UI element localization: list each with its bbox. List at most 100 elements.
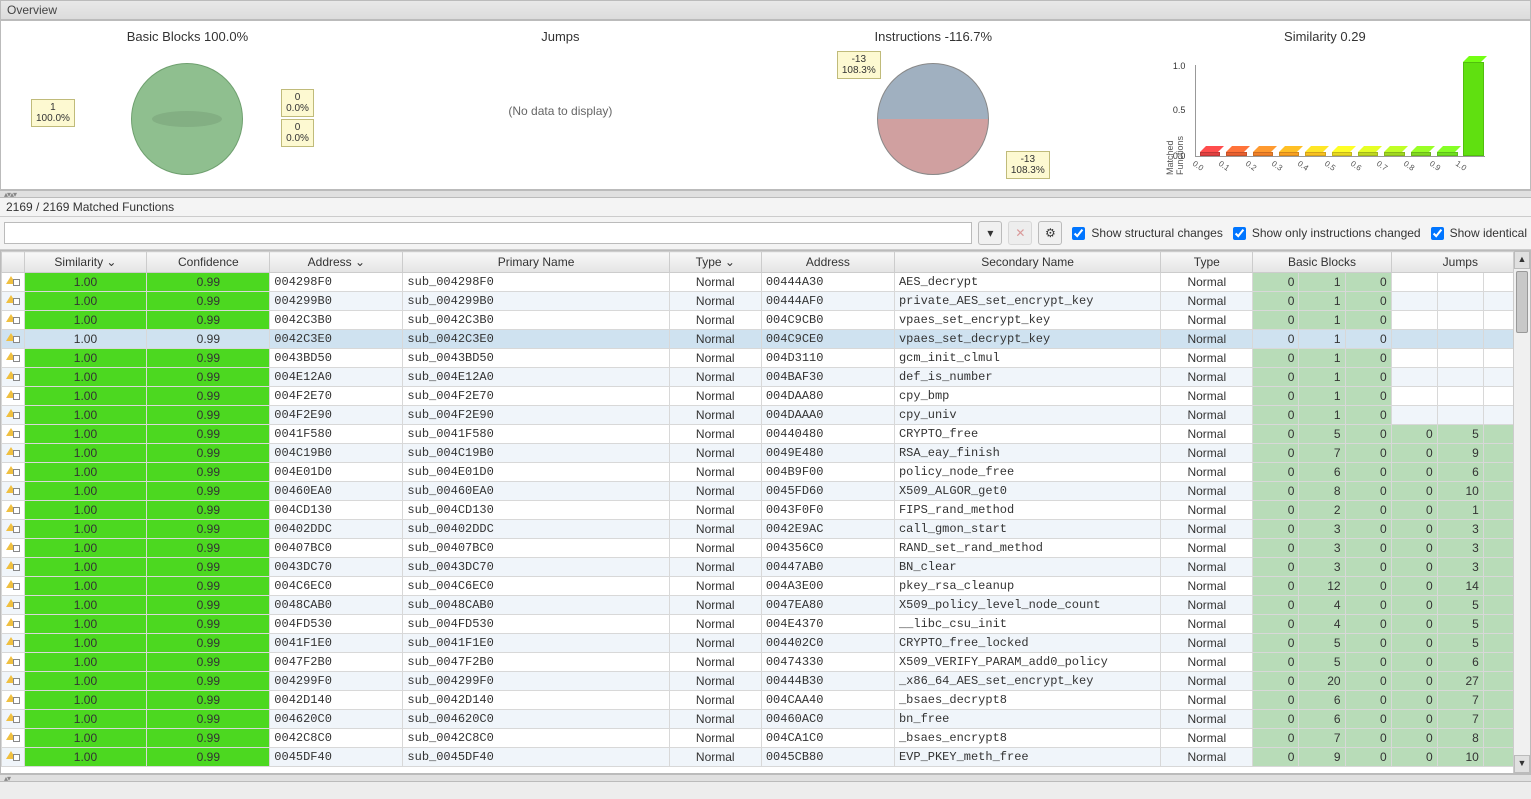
column-header[interactable]: Type ⌄ bbox=[669, 252, 761, 273]
basic-blocks-title: Basic Blocks 100.0% bbox=[1, 29, 374, 44]
similarity-xtick: 0.1 bbox=[1217, 159, 1231, 173]
similarity-bar bbox=[1279, 146, 1297, 156]
row-status-icon bbox=[4, 388, 20, 402]
table-row[interactable]: 1.000.99004299F0sub_004299F0Normal00444B… bbox=[2, 672, 1530, 691]
similarity-xtick: 0.8 bbox=[1402, 159, 1416, 173]
table-row[interactable]: 1.000.99004620C0sub_004620C0Normal00460A… bbox=[2, 710, 1530, 729]
row-status-icon bbox=[4, 331, 20, 345]
show-structural-checkbox[interactable]: Show structural changes bbox=[1068, 224, 1222, 243]
row-status-icon bbox=[4, 445, 20, 459]
row-status-icon bbox=[4, 616, 20, 630]
scroll-thumb[interactable] bbox=[1516, 271, 1528, 333]
callout-bb-3: 00.0% bbox=[281, 119, 314, 147]
table-header-row[interactable]: Similarity ⌄ConfidenceAddress ⌄Primary N… bbox=[2, 252, 1530, 273]
table-row[interactable]: 1.000.99004FD530sub_004FD530Normal004E43… bbox=[2, 615, 1530, 634]
table-row[interactable]: 1.000.99004CD130sub_004CD130Normal0043F0… bbox=[2, 501, 1530, 520]
column-header[interactable]: Type bbox=[1161, 252, 1253, 273]
scroll-down-arrow[interactable]: ▼ bbox=[1514, 755, 1530, 773]
callout-instr-1: -13108.3% bbox=[837, 51, 881, 79]
functions-table-wrap: Similarity ⌄ConfidenceAddress ⌄Primary N… bbox=[0, 250, 1531, 774]
table-row[interactable]: 1.000.990041F580sub_0041F580Normal004404… bbox=[2, 425, 1530, 444]
dropdown-button[interactable]: ▾ bbox=[978, 221, 1002, 245]
similarity-xtick: 0.4 bbox=[1296, 159, 1310, 173]
column-header[interactable]: Confidence bbox=[147, 252, 270, 273]
settings-button[interactable]: ⚙ bbox=[1038, 221, 1062, 245]
column-header[interactable]: Secondary Name bbox=[894, 252, 1160, 273]
similarity-title: Similarity 0.29 bbox=[1120, 29, 1530, 44]
table-row[interactable]: 1.000.99004C6EC0sub_004C6EC0Normal004A3E… bbox=[2, 577, 1530, 596]
table-row[interactable]: 1.000.990042C8C0sub_0042C8C0Normal004CA1… bbox=[2, 729, 1530, 748]
row-status-icon bbox=[4, 597, 20, 611]
table-row[interactable]: 1.000.990047F2B0sub_0047F2B0Normal004743… bbox=[2, 653, 1530, 672]
similarity-bar bbox=[1384, 146, 1402, 156]
row-status-icon bbox=[4, 369, 20, 383]
chart-similarity: Similarity 0.29 Matched Functions 0.00.1… bbox=[1120, 21, 1530, 189]
table-row[interactable]: 1.000.9900402DDCsub_00402DDCNormal0042E9… bbox=[2, 520, 1530, 539]
row-status-icon bbox=[4, 464, 20, 478]
column-header[interactable] bbox=[2, 252, 25, 273]
table-row[interactable]: 1.000.990042C3B0sub_0042C3B0Normal004C9C… bbox=[2, 311, 1530, 330]
table-row[interactable]: 1.000.990043DC70sub_0043DC70Normal00447A… bbox=[2, 558, 1530, 577]
table-row[interactable]: 1.000.99004299B0sub_004299B0Normal00444A… bbox=[2, 292, 1530, 311]
table-row[interactable]: 1.000.9900407BC0sub_00407BC0Normal004356… bbox=[2, 539, 1530, 558]
similarity-xtick: 0.5 bbox=[1322, 159, 1336, 173]
table-row[interactable]: 1.000.990043BD50sub_0043BD50Normal004D31… bbox=[2, 349, 1530, 368]
show-structural-label: Show structural changes bbox=[1091, 226, 1222, 240]
column-header[interactable]: Primary Name bbox=[403, 252, 669, 273]
row-status-icon bbox=[4, 407, 20, 421]
table-row[interactable]: 1.000.990048CAB0sub_0048CAB0Normal0047EA… bbox=[2, 596, 1530, 615]
table-row[interactable]: 1.000.990041F1E0sub_0041F1E0Normal004402… bbox=[2, 634, 1530, 653]
row-status-icon bbox=[4, 521, 20, 535]
similarity-xtick: 0.9 bbox=[1428, 159, 1442, 173]
show-instructions-checkbox[interactable]: Show only instructions changed bbox=[1229, 224, 1421, 243]
row-status-icon bbox=[4, 635, 20, 649]
similarity-bar bbox=[1253, 146, 1271, 156]
table-row[interactable]: 1.000.99004298F0sub_004298F0Normal00444A… bbox=[2, 273, 1530, 292]
row-status-icon bbox=[4, 749, 20, 763]
table-row[interactable]: 1.000.99004F2E90sub_004F2E90Normal004DAA… bbox=[2, 406, 1530, 425]
filter-input[interactable] bbox=[4, 222, 972, 244]
chart-instructions: Instructions -116.7% -13108.3% -13108.3% bbox=[747, 21, 1120, 189]
vertical-scrollbar[interactable]: ▲ ▼ bbox=[1513, 251, 1530, 773]
table-row[interactable]: 1.000.990045DF40sub_0045DF40Normal0045CB… bbox=[2, 748, 1530, 767]
row-status-icon bbox=[4, 312, 20, 326]
column-header[interactable]: Similarity ⌄ bbox=[24, 252, 147, 273]
row-status-icon bbox=[4, 730, 20, 744]
row-status-icon bbox=[4, 654, 20, 668]
show-identical-checkbox[interactable]: Show identical bbox=[1427, 224, 1527, 243]
callout-bb-2: 00.0% bbox=[281, 89, 314, 117]
filter-toolbar: ▾ ✕ ⚙ Show structural changes Show only … bbox=[0, 217, 1531, 250]
bottom-split-divider[interactable]: ▴▾ bbox=[0, 774, 1531, 782]
table-row[interactable]: 1.000.990042D140sub_0042D140Normal004CAA… bbox=[2, 691, 1530, 710]
table-row[interactable]: 1.000.99004F2E70sub_004F2E70Normal004DAA… bbox=[2, 387, 1530, 406]
row-status-icon bbox=[4, 483, 20, 497]
chart-basic-blocks: Basic Blocks 100.0% 1100.0% 00.0% 00.0% bbox=[1, 21, 374, 189]
callout-instr-2: -13108.3% bbox=[1006, 151, 1050, 179]
table-row[interactable]: 1.000.99004E01D0sub_004E01D0Normal004B9F… bbox=[2, 463, 1530, 482]
column-header[interactable]: Jumps bbox=[1391, 252, 1529, 273]
column-header[interactable]: Address bbox=[761, 252, 894, 273]
overview-panel: Basic Blocks 100.0% 1100.0% 00.0% 00.0% … bbox=[0, 20, 1531, 190]
callout-bb-1: 1100.0% bbox=[31, 99, 75, 127]
gear-icon: ⚙ bbox=[1045, 226, 1056, 240]
row-status-icon bbox=[4, 540, 20, 554]
row-status-icon bbox=[4, 426, 20, 440]
split-divider[interactable]: ▴▾▴▾ bbox=[0, 190, 1531, 198]
column-header[interactable]: Address ⌄ bbox=[270, 252, 403, 273]
scroll-up-arrow[interactable]: ▲ bbox=[1514, 251, 1530, 269]
row-status-icon bbox=[4, 293, 20, 307]
close-icon: ✕ bbox=[1015, 226, 1025, 240]
row-status-icon bbox=[4, 559, 20, 573]
jumps-title: Jumps bbox=[374, 29, 747, 44]
similarity-bar bbox=[1200, 146, 1218, 156]
clear-filter-button[interactable]: ✕ bbox=[1008, 221, 1032, 245]
similarity-bar bbox=[1332, 146, 1350, 156]
column-header[interactable]: Basic Blocks bbox=[1253, 252, 1391, 273]
table-row[interactable]: 1.000.990042C3E0sub_0042C3E0Normal004C9C… bbox=[2, 330, 1530, 349]
table-row[interactable]: 1.000.99004E12A0sub_004E12A0Normal004BAF… bbox=[2, 368, 1530, 387]
table-row[interactable]: 1.000.9900460EA0sub_00460EA0Normal0045FD… bbox=[2, 482, 1530, 501]
table-row[interactable]: 1.000.99004C19B0sub_004C19B0Normal0049E4… bbox=[2, 444, 1530, 463]
row-status-icon bbox=[4, 578, 20, 592]
similarity-xtick: 0.6 bbox=[1349, 159, 1363, 173]
show-instructions-label: Show only instructions changed bbox=[1252, 226, 1421, 240]
